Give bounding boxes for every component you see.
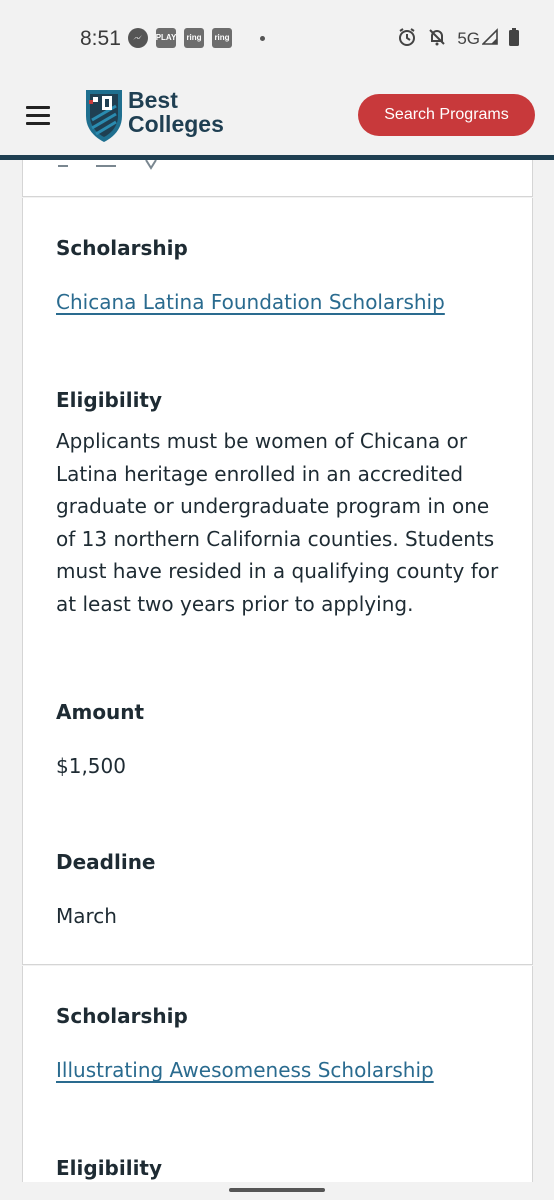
- scholarship-link[interactable]: Illustrating Awesomeness Scholarship: [56, 1058, 434, 1082]
- scholarship-link[interactable]: Chicana Latina Foundation Scholarship: [56, 290, 445, 314]
- eligibility-line: Latina heritage enrolled in an accredite…: [56, 461, 464, 486]
- navigation-bar: [0, 1182, 554, 1200]
- more-notifications-dot: [260, 35, 265, 41]
- logo-line-best: Best: [128, 87, 178, 113]
- previous-row: [22, 160, 533, 197]
- scholarship-row: Scholarship Illustrating Awesomeness Sch…: [22, 966, 533, 1182]
- home-gesture-pill[interactable]: [229, 1188, 325, 1192]
- ring-icon: ring: [184, 28, 204, 48]
- eligibility-text: Applicants must be women of Chicana or L…: [56, 425, 506, 620]
- status-time: 8:51: [80, 27, 121, 50]
- eligibility-line: must have resided in a qualifying county…: [56, 559, 499, 583]
- network-label: 5G: [457, 29, 480, 48]
- bell-off-icon: [427, 27, 447, 51]
- status-bar: 8:51 PLAY ring ring 5G: [0, 0, 554, 78]
- battery-icon: [508, 27, 520, 51]
- hamburger-menu-icon[interactable]: [26, 106, 50, 126]
- search-programs-button[interactable]: Search Programs: [358, 94, 535, 136]
- scholarship-table: Scholarship Chicana Latina Foundation Sc…: [0, 160, 554, 1182]
- cut-off-text-fragment: [58, 160, 157, 170]
- notification-icons: PLAY ring ring: [128, 28, 265, 48]
- ring-icon: ring: [212, 28, 232, 48]
- scholarship-label: Scholarship: [56, 236, 188, 260]
- eligibility-line: Applicants must be women of Chicana or: [56, 429, 468, 453]
- site-header: Best Colleges Search Programs: [0, 78, 554, 160]
- messenger-icon: [128, 28, 148, 48]
- deadline-label: Deadline: [56, 850, 156, 874]
- eligibility-line: graduate or undergraduate program in one: [56, 494, 490, 518]
- bestcolleges-logo[interactable]: Best Colleges: [80, 86, 250, 146]
- eligibility-line: of 13 northern California counties. Stud…: [56, 526, 495, 551]
- scholarship-row: Scholarship Chicana Latina Foundation Sc…: [22, 198, 533, 965]
- eligibility-line: at least two years prior to applying.: [56, 591, 414, 616]
- scholarship-label: Scholarship: [56, 1004, 188, 1028]
- amount-label: Amount: [56, 700, 145, 724]
- alarm-icon: [397, 27, 417, 51]
- eligibility-label: Eligibility: [56, 388, 163, 412]
- logo-shield-icon: [86, 90, 122, 142]
- system-icons: 5G: [397, 27, 520, 51]
- play-together-icon: PLAY: [156, 28, 176, 48]
- logo-line-colleges: Colleges: [128, 111, 224, 137]
- eligibility-label: Eligibility: [56, 1156, 163, 1180]
- signal-icon: [481, 28, 498, 50]
- logo-text: Best Colleges: [128, 88, 224, 136]
- deadline-value: March: [56, 904, 117, 928]
- amount-value: $1,500: [56, 754, 126, 778]
